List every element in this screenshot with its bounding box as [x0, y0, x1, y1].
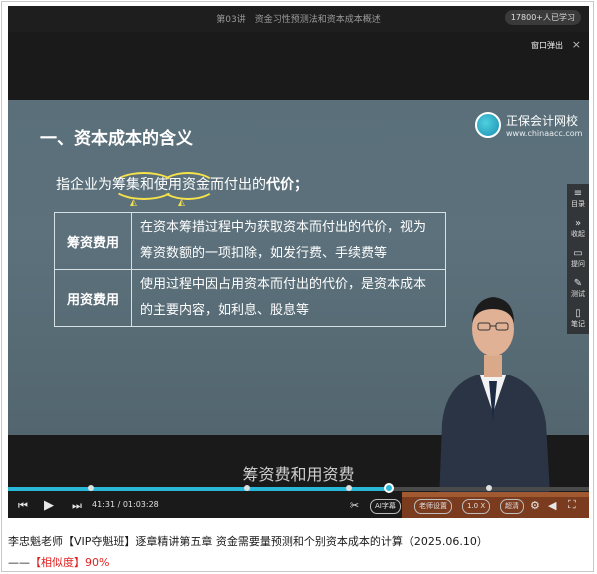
table-row: 用资费用 使用过程中因占用资本而付出的代价，是资本成本的主要内容，如利息、股息等: [54, 269, 446, 327]
test-icon: ✎: [573, 278, 583, 289]
video-player[interactable]: 第03讲 资金习性预测法和资本成本概述 17800+人已学习 窗口弹出 × 一、…: [8, 6, 589, 518]
quality-button[interactable]: 超清: [500, 499, 524, 514]
list-icon: ≡: [573, 188, 583, 199]
side-label: 收起: [571, 230, 585, 238]
fullscreen-icon[interactable]: ⛶: [568, 498, 576, 512]
collapse-icon: »: [574, 218, 582, 229]
previous-icon[interactable]: ⏮: [18, 499, 28, 513]
similarity-label: 【相似度】90%: [30, 556, 110, 569]
row-head: 用资费用: [54, 269, 132, 327]
side-label: 测试: [571, 290, 585, 298]
caption-similarity-line: ——【相似度】90%: [8, 552, 588, 573]
sidebar-item-test[interactable]: ✎ 测试: [567, 274, 589, 304]
ai-subtitle-button[interactable]: AI字幕: [370, 499, 401, 514]
progress-fill: [8, 487, 389, 491]
volume-icon[interactable]: ◀: [548, 499, 556, 512]
popout-window-button[interactable]: 窗口弹出: [531, 40, 563, 51]
lecture-slide: 一、资本成本的含义 正保会计网校 www.chinaacc.com ◭ ◭ 指企…: [8, 100, 589, 518]
brand-logo-icon: [475, 112, 501, 138]
side-label: 提问: [571, 260, 585, 268]
sidebar-item-toc[interactable]: ≡ 目录: [567, 184, 589, 214]
definition-table: 筹资费用 在资本筹措过程中为获取资本而付出的代价，视为筹资数额的一项扣除，如发行…: [54, 212, 446, 327]
intro-text: 指企业为筹集和使用资金而付出的: [56, 177, 266, 193]
progress-bar[interactable]: [8, 483, 589, 493]
slide-intro: 指企业为筹集和使用资金而付出的代价；: [56, 174, 308, 194]
row-body: 在资本筹措过程中为获取资本而付出的代价，视为筹资数额的一项扣除，如发行费、手续费…: [131, 212, 446, 270]
play-icon[interactable]: ▶: [44, 498, 54, 513]
teacher-setting-button[interactable]: 老师设置: [414, 499, 452, 514]
sidebar-item-collapse[interactable]: » 收起: [567, 214, 589, 244]
video-subtitle: 筹资费和用资费: [242, 465, 355, 484]
chapter-marker[interactable]: [486, 485, 492, 491]
player-top-bar: 第03讲 资金习性预测法和资本成本概述 17800+人已学习: [8, 6, 589, 32]
gear-icon[interactable]: ⚙: [530, 499, 540, 512]
progress-handle[interactable]: [383, 483, 394, 493]
slide-heading: 一、资本成本的含义: [40, 129, 193, 149]
brand-name: 正保会计网校: [506, 114, 579, 128]
speed-button[interactable]: 1.0 X: [462, 499, 491, 514]
table-row: 筹资费用 在资本筹措过程中为获取资本而付出的代价，视为筹资数额的一项扣除，如发行…: [54, 212, 446, 270]
viewer-count-badge: 17800+人已学习: [504, 10, 581, 25]
video-caption: 李忠魁老师【VIP夺魁班】逐章精讲第五章 资金需要量预测和个别资本成本的计算（2…: [8, 531, 588, 573]
close-icon[interactable]: ×: [572, 38, 581, 51]
brand-url: www.chinaacc.com: [506, 129, 583, 138]
sidebar-item-notes[interactable]: ▯ 笔记: [567, 304, 589, 334]
chapter-marker[interactable]: [346, 485, 352, 491]
time-display: 41:31 / 01:03:28: [92, 500, 159, 509]
chapter-marker[interactable]: [244, 485, 250, 491]
caption-title[interactable]: 李忠魁老师【VIP夺魁班】逐章精讲第五章 资金需要量预测和个别资本成本的计算（2…: [8, 531, 588, 552]
lesson-title: 第03讲 资金习性预测法和资本成本概述: [216, 15, 381, 25]
sidebar-item-question[interactable]: ▭ 提问: [567, 244, 589, 274]
control-bar: ⏮ ▶ ⏭ 41:31 / 01:03:28 ✂ AI字幕 老师设置 1.0 X…: [8, 494, 589, 518]
annotation-mark-icon: ◭: [178, 198, 185, 208]
intro-bold: 代价；: [266, 177, 308, 193]
next-icon[interactable]: ⏭: [72, 499, 82, 513]
side-label: 笔记: [571, 320, 585, 328]
annotation-mark-icon: ◭: [130, 198, 137, 208]
chapter-marker[interactable]: [88, 485, 94, 491]
question-icon: ▭: [573, 248, 583, 259]
row-head: 筹资费用: [54, 212, 132, 270]
side-panel: ≡ 目录 » 收起 ▭ 提问 ✎ 测试 ▯ 笔记: [567, 184, 589, 334]
scissors-icon[interactable]: ✂: [350, 499, 359, 512]
notes-icon: ▯: [575, 308, 581, 319]
caption-prefix: ——: [8, 556, 30, 569]
row-body: 使用过程中因占用资本而付出的代价，是资本成本的主要内容，如利息、股息等: [131, 269, 446, 327]
side-label: 目录: [571, 200, 585, 208]
